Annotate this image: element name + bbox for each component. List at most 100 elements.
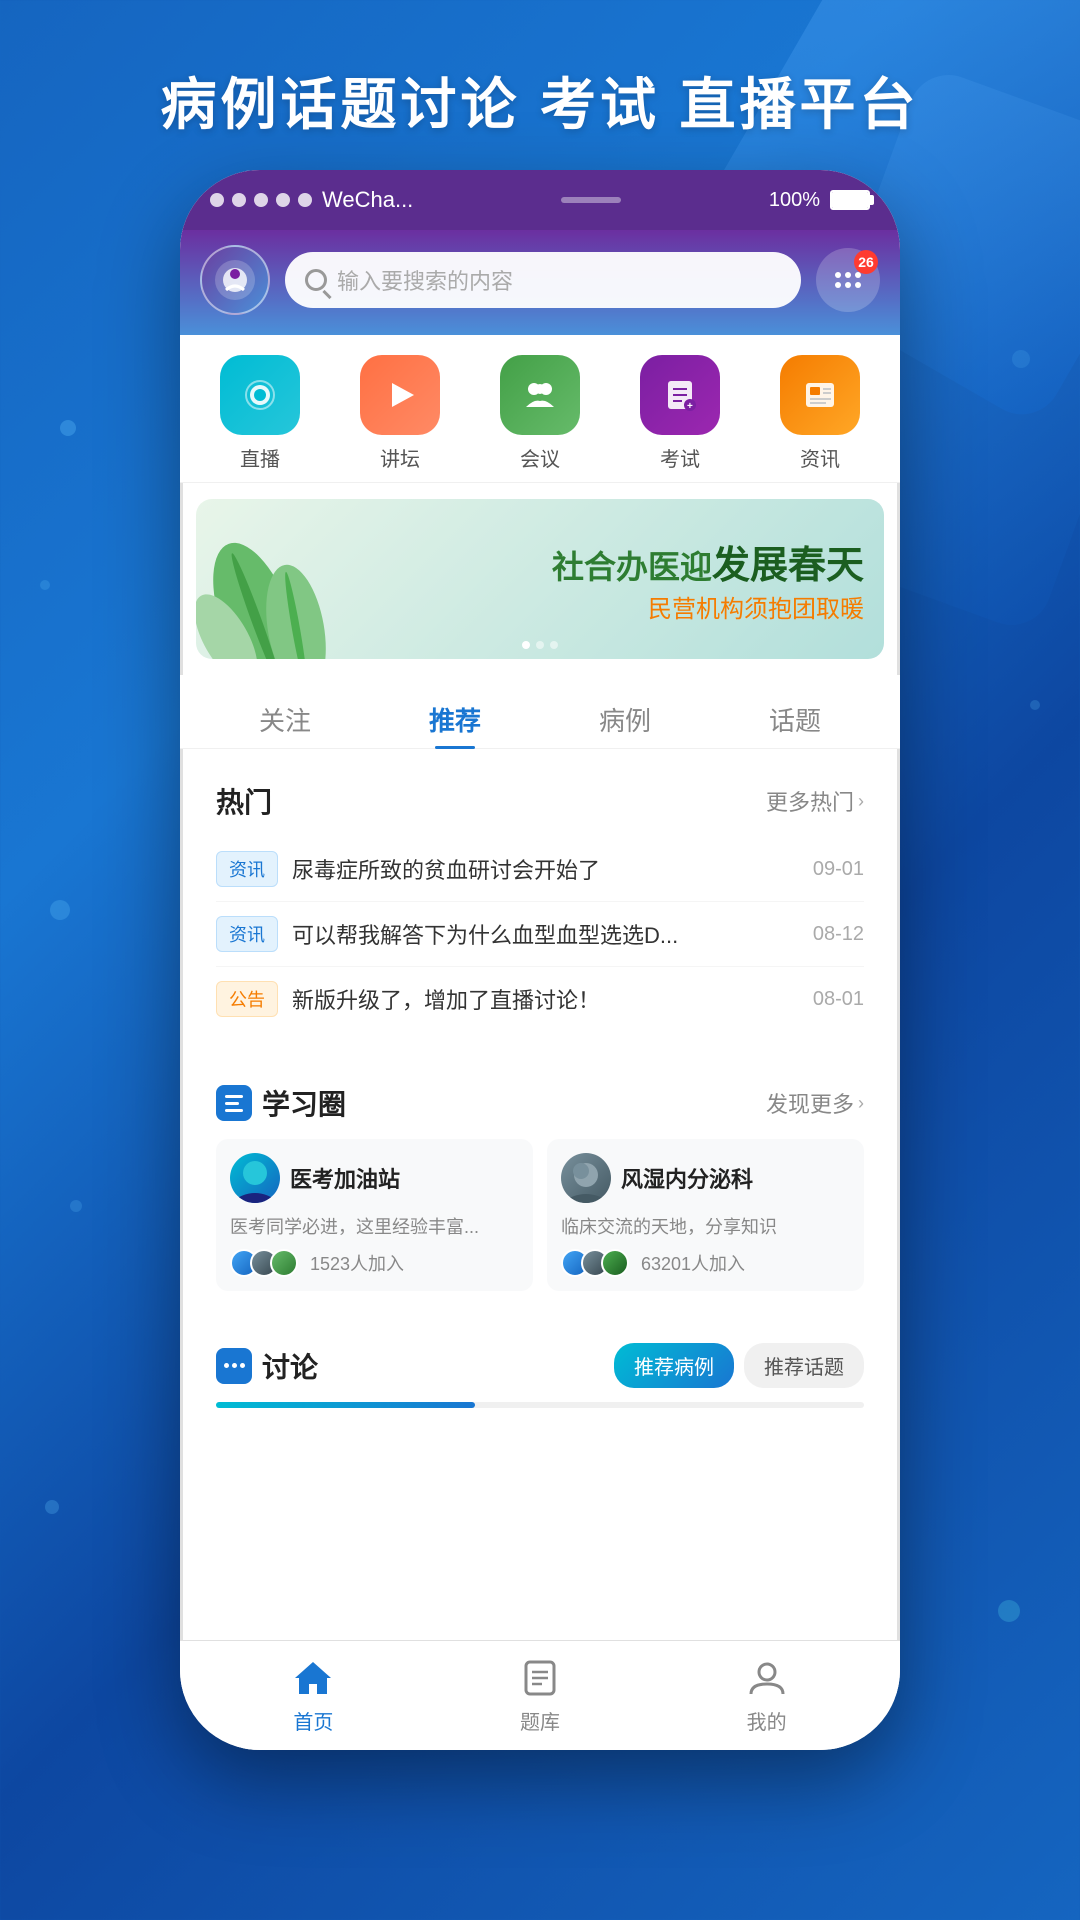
forum-label: 讲坛 bbox=[380, 443, 420, 472]
bubble-dot-2 bbox=[232, 1363, 237, 1368]
learning-card-2-count: 63201人加入 bbox=[641, 1250, 745, 1276]
banner[interactable]: 社合办医迎发展春天 民营机构须抱团取暖 bbox=[196, 499, 884, 659]
news-text-3: 新版升级了，增加了直播讨论！ bbox=[292, 983, 799, 1015]
discussion-title: 讨论 bbox=[262, 1346, 318, 1386]
tab-topic[interactable]: 话题 bbox=[749, 691, 841, 748]
search-icon bbox=[305, 269, 327, 291]
hot-section: 热门 更多热门 › 资讯 尿毒症所致的贫血研讨会开始了 09-01 资讯 可以帮… bbox=[196, 761, 884, 1051]
app-logo[interactable] bbox=[200, 245, 270, 315]
avatar-svg-2 bbox=[561, 1153, 611, 1203]
home-svg bbox=[291, 1656, 335, 1700]
exam-icon: + bbox=[640, 355, 720, 435]
battery-icon bbox=[830, 190, 870, 210]
learning-card-2[interactable]: 风湿内分泌科 临床交流的天地，分享知识 63201人加入 bbox=[547, 1139, 864, 1291]
nav-item-exam[interactable]: + 考试 bbox=[625, 355, 735, 472]
forum-icon bbox=[360, 355, 440, 435]
learning-card-1-avatar bbox=[230, 1153, 280, 1203]
bnav-profile[interactable]: 我的 bbox=[687, 1656, 847, 1735]
learning-card-1-count: 1523人加入 bbox=[310, 1250, 404, 1276]
app-header: 输入要搜索的内容 26 bbox=[180, 230, 900, 335]
news-text-2: 可以帮我解答下为什么血型血型选选D... bbox=[292, 918, 799, 950]
nav-icons-row: 直播 讲坛 bbox=[180, 335, 900, 483]
questions-svg bbox=[518, 1656, 562, 1700]
news-item-2[interactable]: 资讯 可以帮我解答下为什么血型血型选选D... 08-12 bbox=[216, 902, 864, 967]
discussion-tabs: 推荐病例 推荐话题 bbox=[614, 1343, 864, 1388]
scrollable-content: 输入要搜索的内容 26 bbox=[180, 230, 900, 1700]
news-date-2: 08-12 bbox=[813, 923, 864, 946]
nav-item-forum[interactable]: 讲坛 bbox=[345, 355, 455, 472]
learning-section: 学习圈 发现更多 › bbox=[196, 1063, 884, 1311]
discussion-icon bbox=[216, 1348, 252, 1384]
learning-chevron-icon: › bbox=[858, 1093, 864, 1114]
news-item-3[interactable]: 公告 新版升级了，增加了直播讨论！ 08-01 bbox=[216, 967, 864, 1031]
learning-more-button[interactable]: 发现更多 › bbox=[766, 1087, 864, 1119]
tab-case[interactable]: 病例 bbox=[579, 691, 671, 748]
bnav-profile-label: 我的 bbox=[747, 1706, 787, 1735]
svg-text:+: + bbox=[687, 401, 693, 412]
list-line-3 bbox=[225, 1109, 243, 1112]
status-right: 100% bbox=[769, 189, 870, 212]
banner-dot-1 bbox=[522, 641, 530, 649]
meeting-svg bbox=[518, 373, 562, 417]
nav-item-live[interactable]: 直播 bbox=[205, 355, 315, 472]
questions-icon bbox=[518, 1656, 562, 1700]
bubble-dots bbox=[224, 1363, 245, 1368]
learning-card-2-footer: 63201人加入 bbox=[561, 1249, 850, 1277]
nav-item-meeting[interactable]: 会议 bbox=[485, 355, 595, 472]
home-icon bbox=[291, 1656, 335, 1700]
search-bar[interactable]: 输入要搜索的内容 bbox=[285, 252, 801, 308]
banner-dot-2 bbox=[536, 641, 544, 649]
hot-more-label: 更多热门 bbox=[766, 785, 854, 817]
learning-card-2-desc: 临床交流的天地，分享知识 bbox=[561, 1213, 850, 1239]
bnav-home[interactable]: 首页 bbox=[233, 1656, 393, 1735]
hot-more-button[interactable]: 更多热门 › bbox=[766, 785, 864, 817]
news-svg bbox=[798, 373, 842, 417]
tab-follow[interactable]: 关注 bbox=[239, 691, 331, 748]
learning-section-title: 学习圈 bbox=[262, 1083, 346, 1123]
page-title: 病例话题讨论 考试 直播平台 bbox=[0, 60, 1080, 141]
banner-dots bbox=[522, 641, 558, 649]
signal-dot bbox=[298, 193, 312, 207]
signal-dots bbox=[210, 193, 312, 207]
learning-card-2-title: 风湿内分泌科 bbox=[621, 1162, 753, 1194]
news-tag-2: 资讯 bbox=[216, 916, 278, 952]
app-name-status: WeCha... bbox=[322, 187, 413, 213]
bubble-dot-3 bbox=[240, 1363, 245, 1368]
bottom-padding bbox=[180, 1440, 900, 1460]
bubble-dot-1 bbox=[224, 1363, 229, 1368]
news-text-1: 尿毒症所致的贫血研讨会开始了 bbox=[292, 853, 799, 885]
news-item-1[interactable]: 资讯 尿毒症所致的贫血研讨会开始了 09-01 bbox=[216, 837, 864, 902]
tab-recommend[interactable]: 推荐 bbox=[409, 691, 501, 748]
discussion-header: 讨论 推荐病例 推荐话题 bbox=[216, 1343, 864, 1388]
bnav-questions-label: 题库 bbox=[520, 1706, 560, 1735]
banner-leaves bbox=[196, 499, 416, 659]
learning-card-1-header: 医考加油站 bbox=[230, 1153, 519, 1203]
discussion-tab-case[interactable]: 推荐病例 bbox=[614, 1343, 734, 1388]
loading-progress bbox=[216, 1402, 475, 1408]
bnav-questions[interactable]: 题库 bbox=[460, 1656, 620, 1735]
nav-item-news[interactable]: 资讯 bbox=[765, 355, 875, 472]
discussion-section: 讨论 推荐病例 推荐话题 bbox=[196, 1323, 884, 1428]
meeting-label: 会议 bbox=[520, 443, 560, 472]
notification-icon bbox=[835, 272, 861, 288]
profile-svg bbox=[745, 1656, 789, 1700]
learning-card-2-header: 风湿内分泌科 bbox=[561, 1153, 850, 1203]
inner-scroll[interactable]: 输入要搜索的内容 26 bbox=[180, 230, 900, 1700]
hot-section-title: 热门 bbox=[216, 781, 272, 821]
news-date-1: 09-01 bbox=[813, 858, 864, 881]
live-icon bbox=[220, 355, 300, 435]
news-tag-1: 资讯 bbox=[216, 851, 278, 887]
bottom-navigation: 首页 题库 我的 bbox=[180, 1640, 900, 1750]
discussion-tab-topic[interactable]: 推荐话题 bbox=[744, 1343, 864, 1388]
banner-text: 社合办医迎发展春天 民营机构须抱团取暖 bbox=[552, 534, 864, 624]
news-tag-3: 公告 bbox=[216, 981, 278, 1017]
live-label: 直播 bbox=[240, 443, 280, 472]
signal-dot bbox=[210, 193, 224, 207]
banner-main-text: 社合办医迎发展春天 bbox=[552, 534, 864, 589]
learning-card-1[interactable]: 医考加油站 医考同学必进，这里经验丰富... 1523人加入 bbox=[216, 1139, 533, 1291]
list-lines bbox=[225, 1095, 243, 1112]
list-line-2 bbox=[225, 1102, 239, 1105]
bnav-home-label: 首页 bbox=[293, 1706, 333, 1735]
notification-button[interactable]: 26 bbox=[816, 248, 880, 312]
phone-mockup: WeCha... 100% bbox=[180, 170, 900, 1750]
